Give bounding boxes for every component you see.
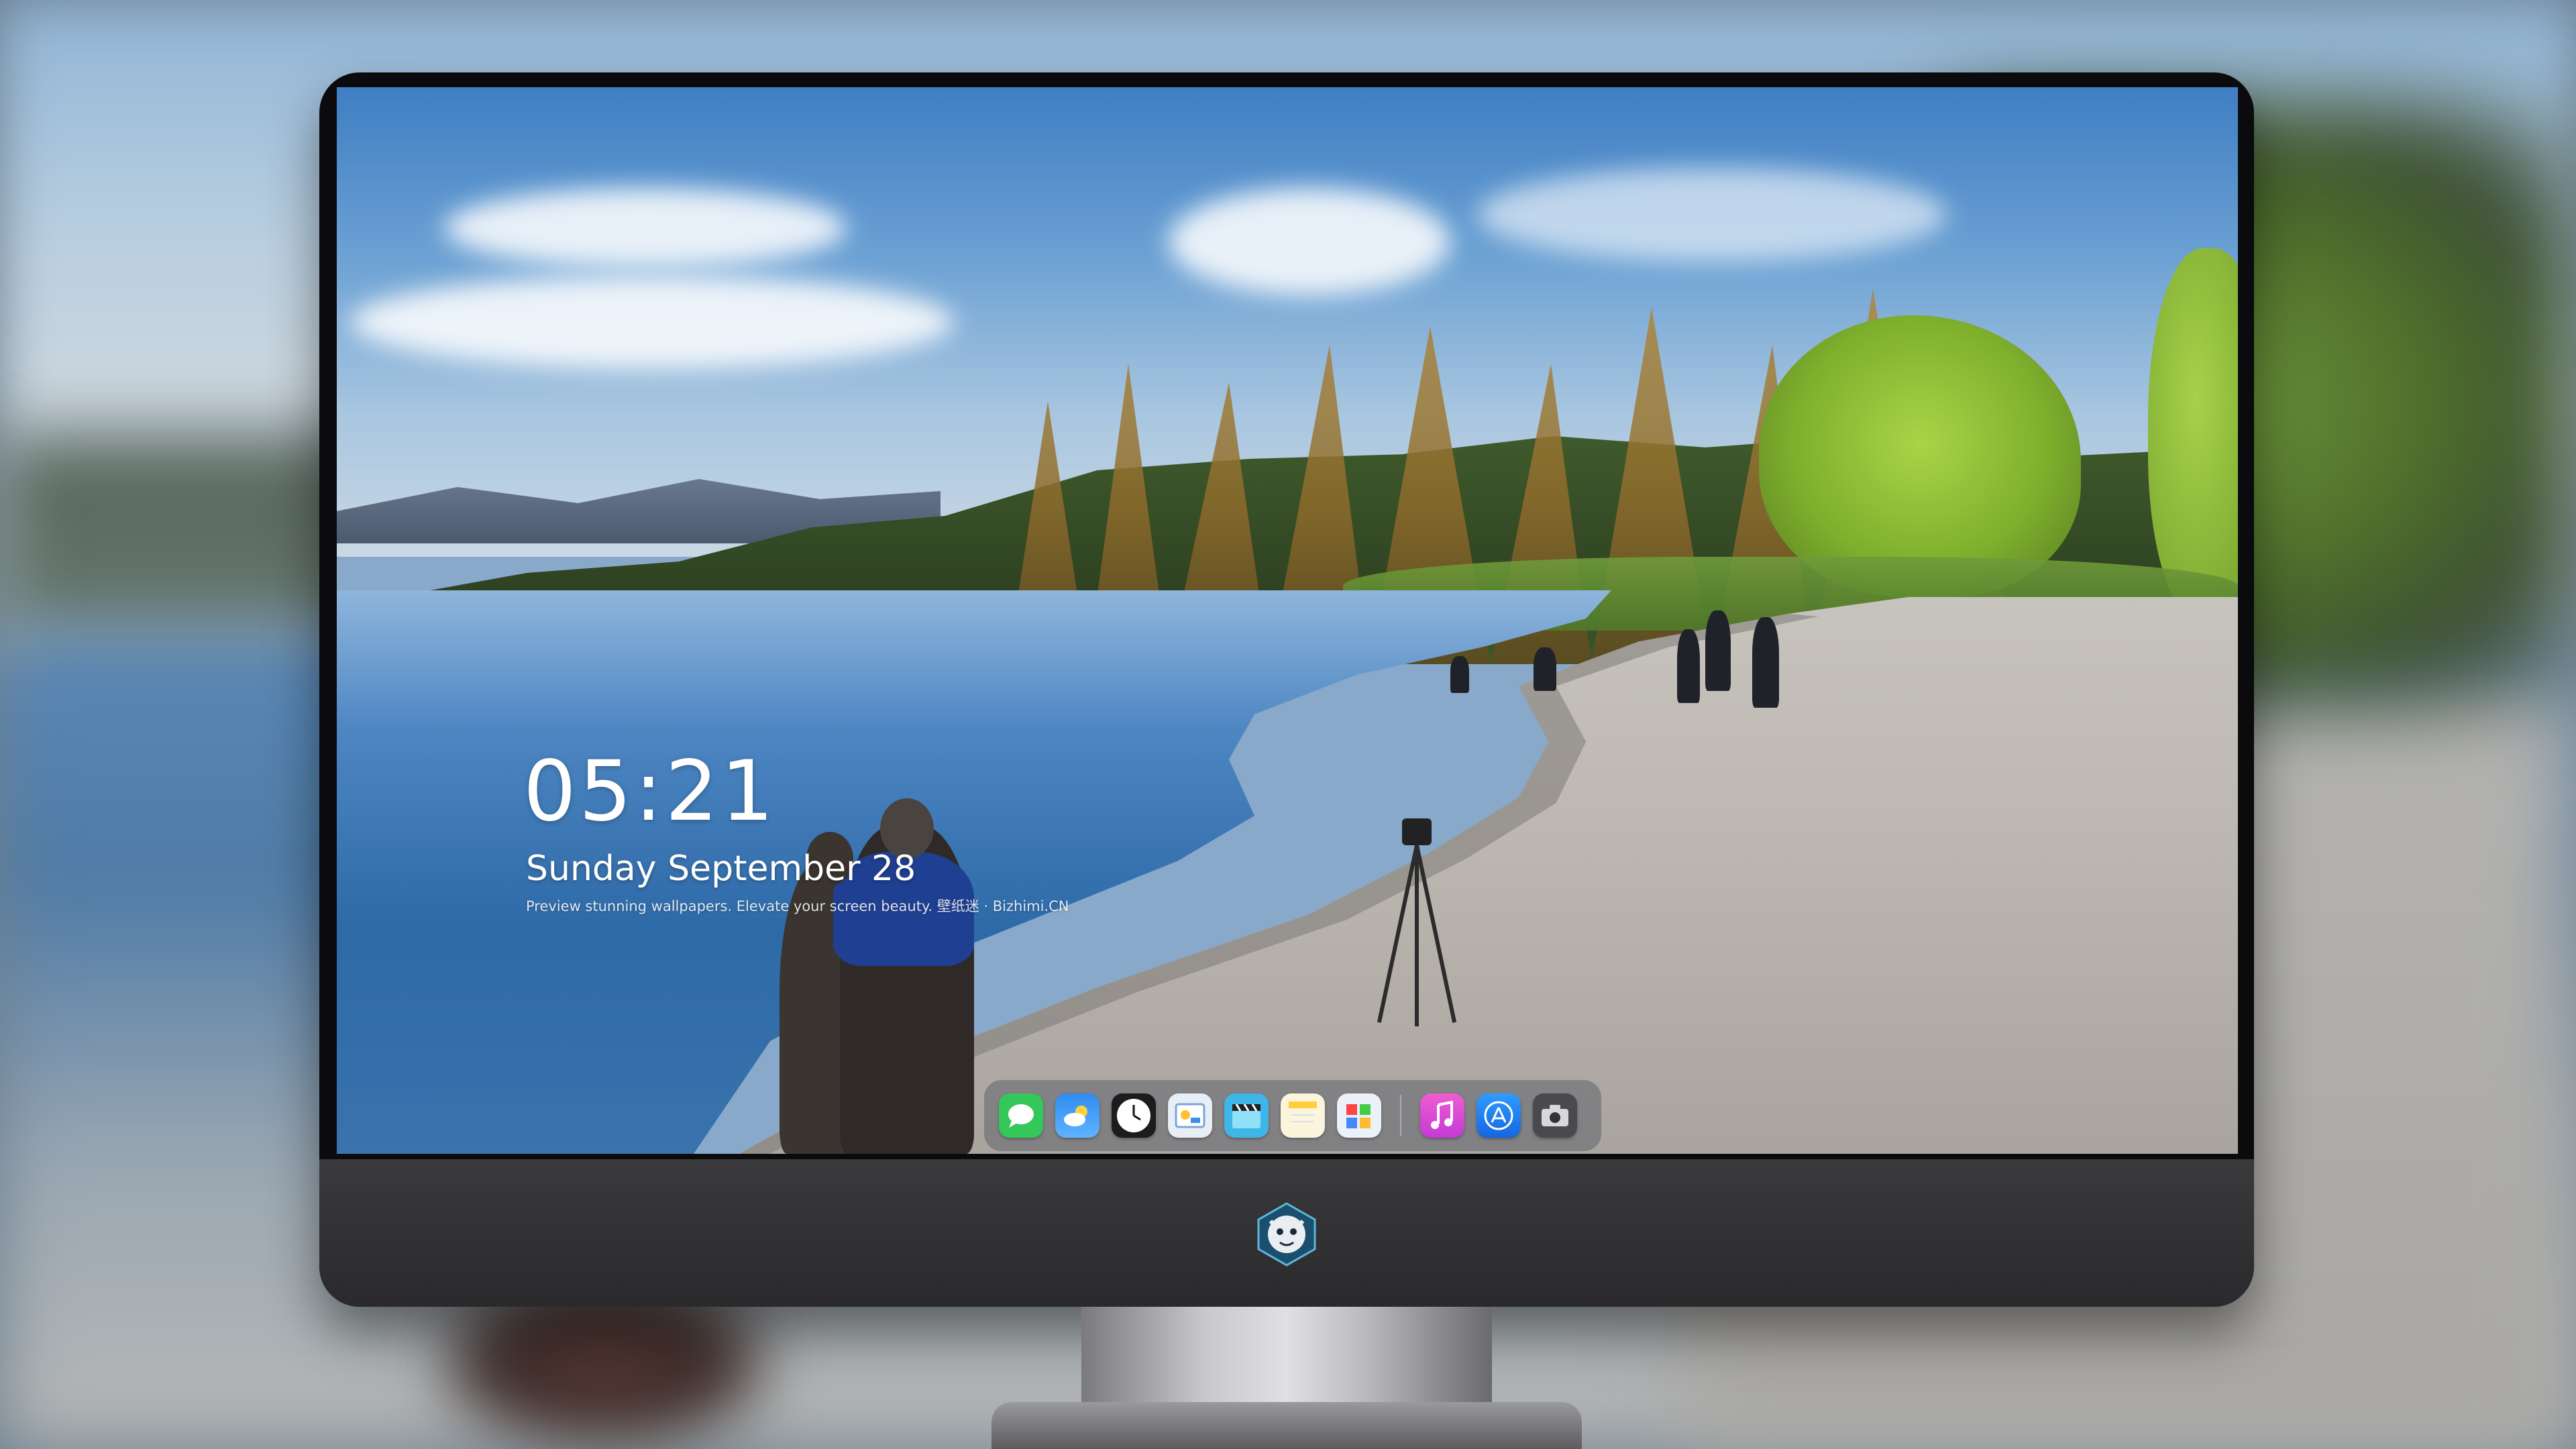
cloud xyxy=(350,275,954,369)
dock-separator xyxy=(1400,1095,1401,1136)
cloud xyxy=(444,188,847,268)
monitor-logo-icon xyxy=(1253,1201,1320,1268)
beach-person xyxy=(1534,647,1556,691)
lock-screen[interactable]: 05:21 Sunday September 28 Preview stunni… xyxy=(337,87,2238,1154)
clips-icon[interactable] xyxy=(1224,1093,1269,1138)
tripod-camera xyxy=(1370,818,1464,1026)
cloud xyxy=(1477,168,1947,262)
camera-icon[interactable] xyxy=(1533,1093,1577,1138)
beach-person xyxy=(1705,610,1731,691)
lock-date: Sunday September 28 xyxy=(526,849,916,889)
cloud xyxy=(1169,188,1450,295)
tripod-leg xyxy=(1377,845,1419,1023)
beach-person xyxy=(1450,656,1469,693)
photos-icon[interactable] xyxy=(1337,1093,1381,1138)
tripod-leg xyxy=(1415,845,1457,1023)
beach-person xyxy=(1677,629,1700,703)
beach-person xyxy=(1752,617,1779,708)
tripod-leg xyxy=(1415,845,1419,1026)
camera-body xyxy=(1402,818,1432,845)
clock-icon[interactable] xyxy=(1112,1093,1156,1138)
dock xyxy=(984,1080,1601,1151)
preview-icon[interactable] xyxy=(1168,1093,1212,1138)
weather-icon[interactable] xyxy=(1055,1093,1099,1138)
music-icon[interactable] xyxy=(1420,1093,1464,1138)
monitor-stand-neck xyxy=(1081,1307,1492,1407)
notes-icon[interactable] xyxy=(1281,1093,1325,1138)
lock-tagline: Preview stunning wallpapers. Elevate you… xyxy=(526,898,1069,914)
monitor-stand-base xyxy=(991,1402,1582,1449)
lock-clock: 05:21 xyxy=(523,743,777,840)
app-store-icon[interactable] xyxy=(1477,1093,1521,1138)
messages-icon[interactable] xyxy=(999,1093,1043,1138)
